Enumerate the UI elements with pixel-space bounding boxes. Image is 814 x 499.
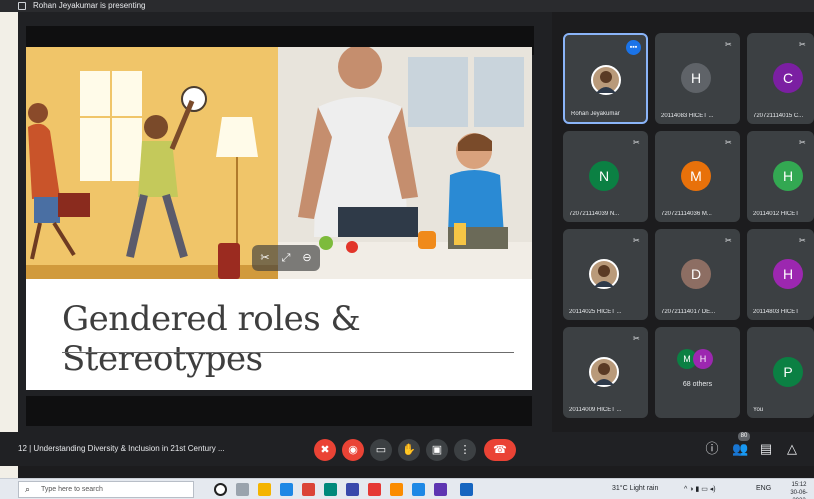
participant-count-badge: 80 (738, 432, 750, 441)
participant-tile[interactable]: H ✂ 20114803 HICET (747, 229, 814, 320)
people-icon[interactable]: 👥 (732, 441, 748, 457)
cortana-icon[interactable] (214, 483, 227, 496)
slide-illustration (26, 47, 278, 279)
left-edge (0, 12, 18, 482)
participant-name: 20114025 HICET ... (569, 309, 622, 315)
participant-name: You (753, 407, 764, 413)
avatar: H (773, 161, 803, 191)
participant-name: 720721114039 N... (569, 211, 620, 217)
camera-off-button[interactable]: ◉ (342, 439, 364, 461)
participant-name: 20114083 HICET ... (661, 113, 714, 119)
meeting-title: 12 | Understanding Diversity & Inclusion… (18, 444, 225, 453)
mic-muted-icon: ✂ (799, 138, 806, 147)
slide-overlay-controls: ✂ ⤢ ⊖ (252, 245, 320, 271)
avatar: P (773, 357, 803, 387)
participant-tile[interactable]: H ✂ 20114012 HICET (747, 131, 814, 222)
clock-time: 15:12 (791, 482, 807, 488)
avatar: H (693, 349, 713, 369)
participant-name: Rohan Jeyakumar (571, 111, 620, 117)
participant-name: 720721114015 C... (753, 113, 804, 119)
tray-icons[interactable]: ^ ◑ ▮ ▭ ◂) (684, 485, 716, 493)
app-icon-3[interactable] (368, 483, 381, 496)
participant-name: 720721114017 DE... (661, 309, 716, 315)
participant-tile[interactable]: D ✂ 720721114017 DE... (655, 229, 740, 320)
others-avatars: MH (677, 349, 717, 371)
app-icon-6[interactable] (434, 483, 447, 496)
avatar (589, 259, 619, 289)
meeting-info-icon[interactable]: ⓘ (704, 441, 720, 457)
mic-off-button[interactable]: ✖ (314, 439, 336, 461)
present-screen-icon (18, 2, 26, 10)
slide-letterbox-bottom (26, 396, 532, 426)
windows-taskbar: ⌕ Type here to search 31°C Light rain ^ … (0, 478, 814, 499)
avatar: H (681, 63, 711, 93)
participant-tile[interactable]: C ✂ 720721114015 C... (747, 33, 814, 124)
meeting-controls: 12 | Understanding Diversity & Inclusion… (0, 432, 814, 466)
participant-name: 720721114036 M... (661, 211, 712, 217)
participant-tile[interactable]: ✂ 20114025 HICET ... (563, 229, 648, 320)
app-icon-4[interactable] (390, 483, 403, 496)
app-icon[interactable] (324, 483, 337, 496)
activities-icon[interactable]: △ (784, 441, 800, 457)
more-options-button[interactable]: ⋮ (454, 439, 476, 461)
search-icon: ⌕ (25, 484, 31, 494)
avatar: C (773, 63, 803, 93)
avatar (589, 357, 619, 387)
speaking-indicator-icon: ▪▪▪ (626, 40, 641, 55)
mic-muted-icon: ✂ (799, 40, 806, 49)
avatar: M (681, 161, 711, 191)
task-view-icon[interactable] (236, 483, 249, 496)
slide-title-underline (62, 352, 514, 353)
participant-tile[interactable]: M H 68 others (655, 327, 740, 418)
avatar: H (773, 259, 803, 289)
others-count: 68 others (682, 381, 713, 388)
edge-icon[interactable] (280, 483, 293, 496)
captions-button[interactable]: ▭ (370, 439, 392, 461)
participant-name: 20114012 HICET (753, 211, 799, 217)
participant-name: 20114803 HICET (753, 309, 799, 315)
file-explorer-icon[interactable] (258, 483, 271, 496)
presenting-label: Rohan Jeyakumar is presenting (33, 1, 146, 10)
mic-muted-icon: ✂ (799, 236, 806, 245)
pin-icon[interactable]: ✂ (258, 251, 272, 265)
mic-muted-icon: ✂ (633, 236, 640, 245)
app-icon-7[interactable] (460, 483, 473, 496)
end-call-button[interactable]: ☎ (484, 439, 516, 461)
presentation-stage: ✂ ⤢ ⊖ Gendered roles & Stereotypes (18, 12, 552, 432)
present-button[interactable]: ▣ (426, 439, 448, 461)
presented-slide: ✂ ⤢ ⊖ Gendered roles & Stereotypes (26, 47, 532, 390)
participant-tile[interactable]: H ✂ 20114083 HICET ... (655, 33, 740, 124)
system-clock[interactable]: 15:12 30-06-2022 (784, 481, 814, 499)
chrome-icon[interactable] (302, 483, 315, 496)
zoom-icon[interactable]: ⊖ (300, 251, 314, 265)
mic-muted-icon: ✂ (725, 40, 732, 49)
search-placeholder: Type here to search (41, 486, 103, 493)
mic-muted-icon: ✂ (633, 334, 640, 343)
fullscreen-icon[interactable]: ⤢ (279, 251, 293, 265)
meet-window: Rohan Jeyakumar is presenting ✂ ⤢ ⊖ Gend… (0, 0, 814, 499)
participant-tile[interactable]: ▪▪▪ Rohan Jeyakumar (563, 33, 648, 124)
clock-date: 30-06-2022 (790, 490, 808, 499)
mic-muted-icon: ✂ (633, 138, 640, 147)
participant-tile[interactable]: ✂ 20114009 HICET ... (563, 327, 648, 418)
avatar: D (681, 259, 711, 289)
participant-tile[interactable]: M ✂ 720721114036 M... (655, 131, 740, 222)
weather-status[interactable]: 31°C Light rain (612, 485, 658, 492)
avatar: N (589, 161, 619, 191)
chat-icon[interactable]: ▤ (758, 441, 774, 457)
app-icon-2[interactable] (346, 483, 359, 496)
input-language[interactable]: ENG (756, 485, 771, 492)
presenting-bar: Rohan Jeyakumar is presenting (0, 0, 814, 12)
mic-muted-icon: ✂ (725, 138, 732, 147)
participant-tile[interactable]: P You (747, 327, 814, 418)
mic-muted-icon: ✂ (725, 236, 732, 245)
slide-title: Gendered roles & Stereotypes (62, 299, 361, 379)
taskbar-search[interactable]: ⌕ Type here to search (18, 481, 194, 498)
participant-name: 20114009 HICET ... (569, 407, 622, 413)
app-icon-5[interactable] (412, 483, 425, 496)
raise-hand-button[interactable]: ✋ (398, 439, 420, 461)
avatar (591, 65, 621, 95)
participant-tile[interactable]: N ✂ 720721114039 N... (563, 131, 648, 222)
slide-photo (278, 47, 532, 279)
